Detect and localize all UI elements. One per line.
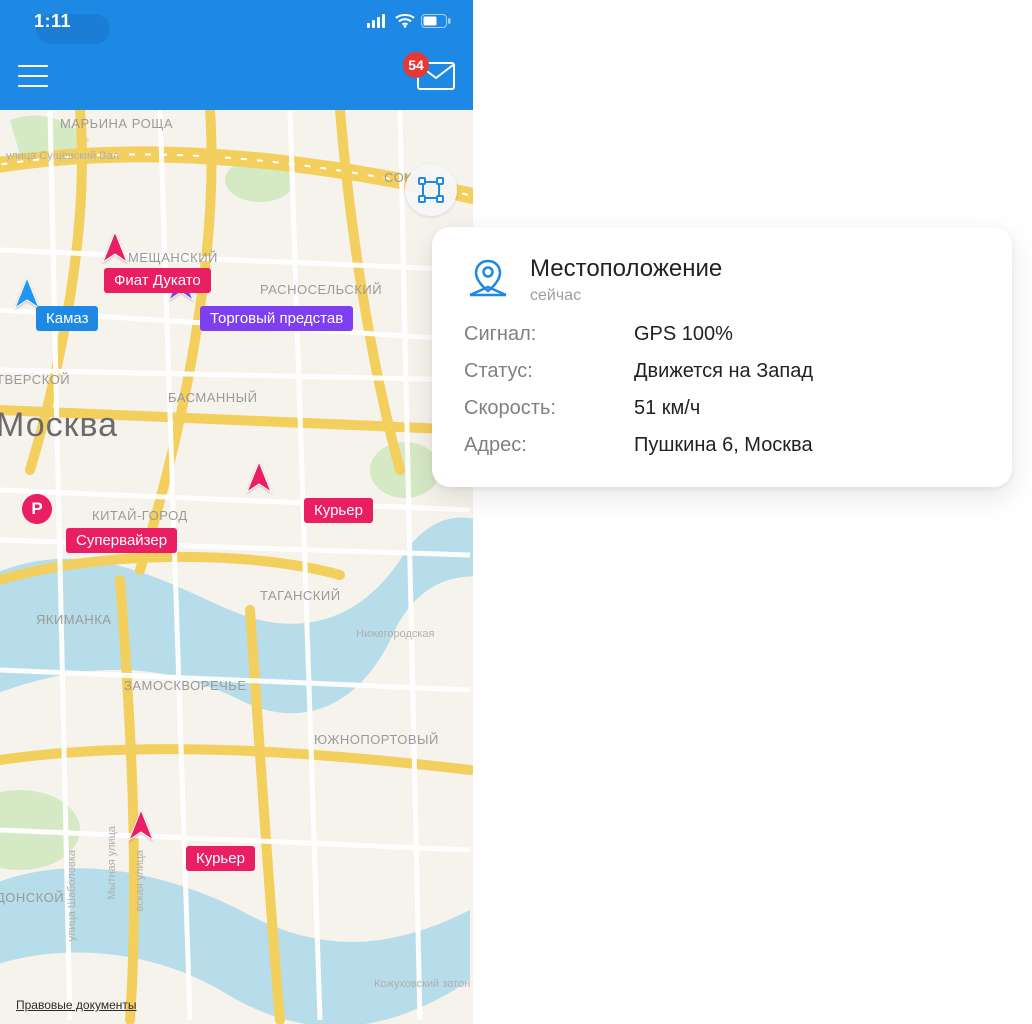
parking-marker[interactable]: P	[22, 494, 52, 524]
row-value: Движется на Запад	[634, 360, 978, 383]
row-key: Адрес:	[464, 434, 634, 457]
vehicle-tag[interactable]: Фиат Дукато	[104, 268, 211, 293]
vehicle-marker[interactable]	[246, 462, 272, 494]
vehicle-marker[interactable]	[128, 810, 154, 842]
map-view[interactable]: Москва МАРЬИНА РОЩА СОКОЛ МЕЩАНСКИЙ РАСН…	[0, 110, 473, 1024]
district-label: КИТАЙ-ГОРОД	[92, 508, 188, 523]
vehicle-marker[interactable]	[102, 232, 128, 264]
vehicle-tag[interactable]: Курьер	[186, 846, 255, 871]
card-title: Местоположение	[530, 255, 722, 283]
district-label: ЯКИМАНКА	[36, 612, 111, 627]
nav-bar: 54	[0, 42, 473, 110]
district-label: МЕЩАНСКИЙ	[128, 250, 218, 265]
street-label: улица Сущёвский Вал	[6, 150, 119, 162]
cellular-icon	[367, 14, 389, 28]
select-box-icon	[417, 176, 445, 204]
vehicle-tag[interactable]: Камаз	[36, 306, 98, 331]
vehicle-tag[interactable]: Супервайзер	[66, 528, 177, 553]
street-label: Кожуховский затон	[374, 978, 470, 990]
inbox-badge: 54	[403, 52, 429, 78]
district-label: ТАГАНСКИЙ	[260, 588, 341, 603]
row-value: GPS 100%	[634, 323, 978, 346]
row-key: Сигнал:	[464, 323, 634, 346]
phone-frame: 1:11 54	[0, 0, 473, 1024]
vehicle-marker[interactable]	[14, 278, 40, 310]
street-label: Мытная улица	[106, 826, 118, 900]
district-label: ЗАМОСКВОРЕЧЬЕ	[124, 678, 246, 693]
district-label: ДОНСКОЙ	[0, 890, 64, 905]
card-rows: Сигнал: GPS 100% Статус: Движется на Зап…	[464, 323, 978, 457]
street-label: вская улица	[134, 850, 146, 912]
district-label: ЮЖНОПОРТОВЫЙ	[314, 732, 439, 747]
wifi-icon	[395, 14, 415, 28]
row-key: Статус:	[464, 360, 634, 383]
menu-button[interactable]	[18, 65, 48, 87]
card-subtitle: сейчас	[530, 287, 722, 305]
status-time: 1:11	[22, 8, 83, 35]
legal-link[interactable]: Правовые документы	[16, 998, 137, 1012]
status-icons	[367, 14, 451, 28]
district-label: РАСНОСЕЛЬСКИЙ	[260, 282, 382, 297]
map-city-label: Москва	[0, 406, 118, 445]
status-bar: 1:11	[0, 0, 473, 42]
inbox-button[interactable]: 54	[417, 62, 455, 90]
battery-icon	[421, 14, 451, 28]
district-label: БАСМАННЫЙ	[168, 390, 258, 405]
map-select-tool-button[interactable]	[405, 164, 457, 216]
location-card: Местоположение сейчас Сигнал: GPS 100% С…	[432, 227, 1012, 487]
location-pin-icon	[464, 255, 512, 303]
row-value: Пушкина 6, Москва	[634, 434, 978, 457]
district-label: ТВЕРСКОЙ	[0, 372, 70, 387]
vehicle-tag[interactable]: Торговый представ	[200, 306, 353, 331]
row-key: Скорость:	[464, 397, 634, 420]
street-label: Нижегородская	[356, 628, 435, 640]
district-label: МАРЬИНА РОЩА	[60, 116, 173, 131]
row-value: 51 км/ч	[634, 397, 978, 420]
street-label: улица Шаболовка	[66, 850, 78, 941]
vehicle-tag[interactable]: Курьер	[304, 498, 373, 523]
